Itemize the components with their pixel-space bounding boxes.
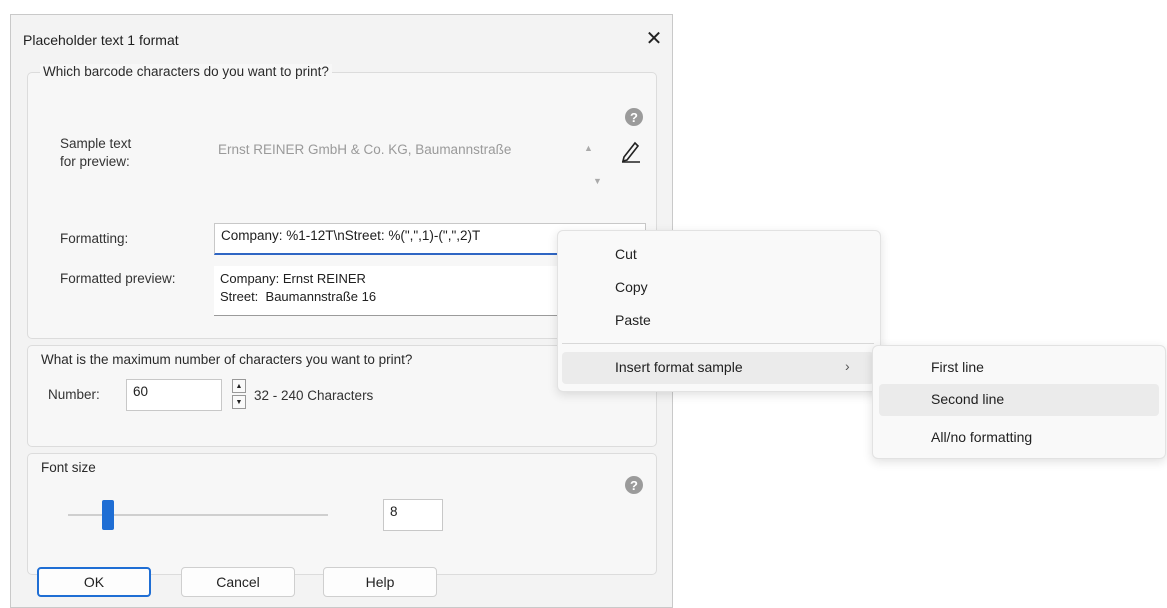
chevron-right-icon: › xyxy=(845,358,850,374)
scroll-down-icon[interactable]: ▼ xyxy=(593,176,602,186)
format-sample-submenu: First line Second line All/no formatting xyxy=(872,345,1166,459)
insert-format-sample-label: Insert format sample xyxy=(615,359,743,375)
submenu-item-second-line[interactable]: Second line xyxy=(879,384,1159,416)
ok-button[interactable]: OK xyxy=(37,567,151,597)
menu-item-paste[interactable]: Paste xyxy=(615,312,651,328)
font-size-slider-thumb[interactable] xyxy=(102,500,114,530)
range-text: 32 - 240 Characters xyxy=(254,388,374,403)
cancel-button[interactable]: Cancel xyxy=(181,567,295,597)
menu-separator xyxy=(562,343,874,344)
close-icon[interactable]: ✕ xyxy=(641,25,667,51)
number-spinner[interactable]: ▲ ▼ xyxy=(232,379,246,409)
submenu-item-first-line[interactable]: First line xyxy=(931,359,984,375)
number-input[interactable]: 60 xyxy=(126,379,222,411)
max-characters-legend: What is the maximum number of characters… xyxy=(38,352,416,367)
help-button[interactable]: Help xyxy=(323,567,437,597)
help-icon[interactable]: ? xyxy=(625,476,643,494)
number-label: Number: xyxy=(48,387,100,402)
font-size-input[interactable]: 8 xyxy=(383,499,443,531)
submenu-item-all-no-formatting[interactable]: All/no formatting xyxy=(931,429,1032,445)
barcode-group-legend: Which barcode characters do you want to … xyxy=(40,64,332,79)
font-size-legend: Font size xyxy=(38,460,99,475)
menu-item-insert-format-sample[interactable]: Insert format sample › xyxy=(562,352,874,384)
dialog-title: Placeholder text 1 format xyxy=(23,32,179,48)
sample-text-label: Sample text xyxy=(60,136,132,151)
sample-text-value[interactable]: Ernst REINER GmbH & Co. KG, Baumannstraß… xyxy=(218,142,511,157)
scroll-up-icon[interactable]: ▲ xyxy=(584,143,593,153)
edit-pencil-icon[interactable] xyxy=(620,139,642,163)
second-line-label: Second line xyxy=(931,391,1005,407)
sample-text-label-line2: for preview: xyxy=(60,154,130,169)
spin-up-icon[interactable]: ▲ xyxy=(232,379,246,393)
spin-down-icon[interactable]: ▼ xyxy=(232,395,246,409)
context-menu: Cut Copy Paste Insert format sample › xyxy=(557,230,881,392)
menu-item-cut[interactable]: Cut xyxy=(615,246,637,262)
font-size-group: Font size ? 8 xyxy=(27,453,657,575)
menu-item-copy[interactable]: Copy xyxy=(615,279,648,295)
help-icon[interactable]: ? xyxy=(625,108,643,126)
formatted-preview-label: Formatted preview: xyxy=(60,271,176,286)
formatting-label: Formatting: xyxy=(60,231,129,246)
